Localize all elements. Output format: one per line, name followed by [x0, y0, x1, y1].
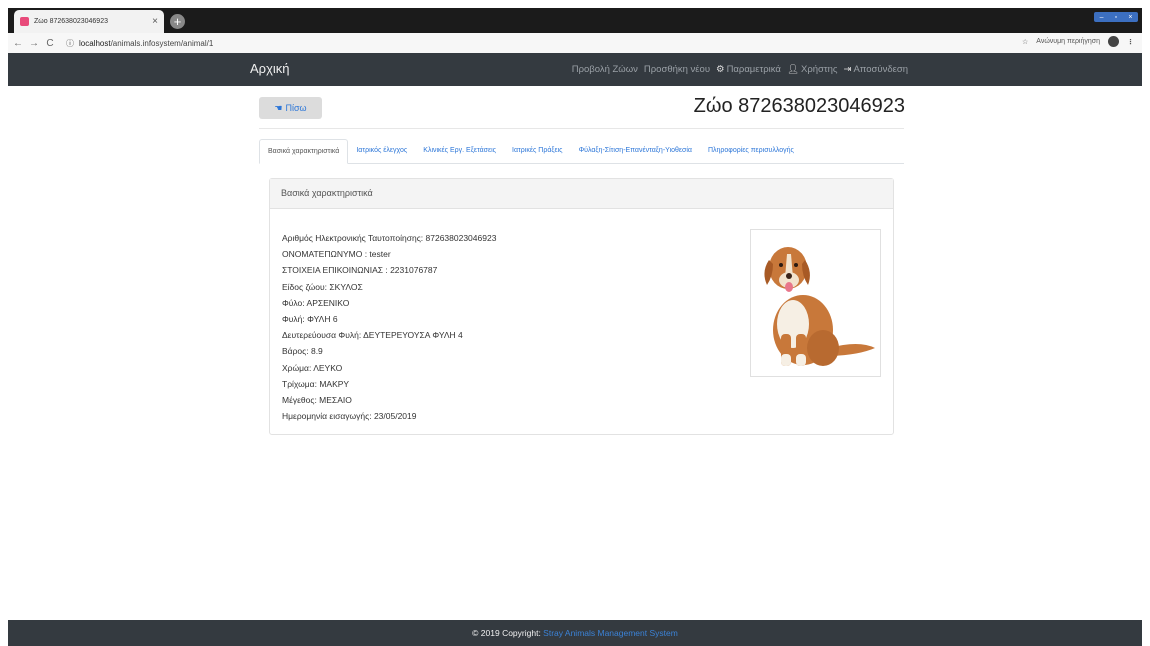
back-icon[interactable]: ←: [12, 38, 24, 49]
card-header: Βασικά χαρακτηριστικά: [270, 179, 893, 209]
menu-icon[interactable]: ⋮: [1127, 38, 1134, 46]
nav-logout[interactable]: ⇥ Αποσύνδεση: [844, 64, 909, 75]
nav-parameters[interactable]: ⚙ Παραμετρικά: [716, 64, 781, 75]
user-icon: 👤︎: [786, 64, 799, 75]
nav-view-animals[interactable]: Προβολή Ζώων: [572, 64, 638, 75]
maximize-icon[interactable]: ▫: [1115, 14, 1117, 21]
avatar-icon[interactable]: [1108, 36, 1119, 47]
window-controls: – ▫ ×: [1094, 12, 1138, 22]
close-window-icon[interactable]: ×: [1128, 14, 1132, 21]
browser-tab[interactable]: Ζώο 872638023046923 ×: [14, 10, 164, 33]
page-title: Ζώο 872638023046923: [693, 95, 905, 117]
tab-medical-procedures[interactable]: Ιατρικές Πράξεις: [504, 139, 571, 162]
field-contact: ΣΤΟΙΧΕΙΑ ΕΠΙΚΟΙΝΩΝΙΑΣ : 2231076787: [282, 265, 438, 276]
field-secondary-breed: Δευτερεύουσα Φυλή: ΔΕΥΤΕΡΕΥΟΥΣΑ ΦΥΛΗ 4: [282, 330, 463, 341]
page-footer: © 2019 Copyright: Stray Animals Manageme…: [8, 620, 1142, 646]
nav-logout-label: Αποσύνδεση: [853, 64, 908, 75]
reload-icon[interactable]: C: [44, 38, 56, 49]
field-color: Χρώμα: ΛΕΥΚΟ: [282, 362, 343, 373]
cogs-icon: ⚙: [716, 64, 725, 75]
forward-icon[interactable]: →: [28, 38, 40, 49]
animal-photo: [750, 229, 881, 377]
nav-add-new[interactable]: Προσθήκη νέου: [644, 64, 710, 75]
animal-fields: Αριθμός Ηλεκτρονικής Ταυτοποίησης: 87263…: [282, 230, 496, 424]
tab-title: Ζώο 872638023046923: [34, 18, 108, 25]
browser-titlebar: Ζώο 872638023046923 × + – ▫ ×: [8, 8, 1142, 33]
field-electronic-id: Αριθμός Ηλεκτρονικής Ταυτοποίησης: 87263…: [282, 233, 497, 243]
title-divider: [259, 128, 904, 129]
sign-out-icon: ⇥: [843, 64, 852, 75]
back-button-label: Πίσω: [285, 103, 307, 113]
info-icon[interactable]: ⓘ: [66, 38, 74, 49]
detail-tabs: Βασικά χαρακτηριστικά Ιατρικός έλεγχος Κ…: [259, 139, 904, 164]
url-domain: localhost: [79, 38, 111, 48]
hand-left-icon: ☚: [274, 102, 283, 113]
url-path: /animals.infosystem/animal/1: [110, 38, 214, 48]
incognito-label: Ανώνυμη περιήγηση: [1036, 38, 1100, 45]
back-button[interactable]: ☚ Πίσω: [259, 97, 322, 119]
tab-custody-adoption[interactable]: Φύλαξη-Σίτιση-Επανένταξη-Υιοθεσία: [571, 139, 700, 162]
tab-clinical-tests[interactable]: Κλινικές Εργ. Εξετάσεις: [415, 139, 504, 162]
tab-favicon-icon: [20, 17, 29, 26]
app-navbar: Αρχική Προβολή Ζώων Προσθήκη νέου ⚙ Παρα…: [8, 53, 1142, 86]
address-bar: ← → C ⓘ localhost/animals.infosystem/ani…: [8, 33, 1142, 54]
field-weight: Βάρος: 8.9: [282, 346, 323, 357]
tab-close-icon[interactable]: ×: [152, 16, 158, 27]
url-field[interactable]: ⓘ localhost/animals.infosystem/animal/1: [66, 38, 213, 49]
field-owner-name: ΟΝΟΜΑΤΕΠΩΝΥΜΟ : tester: [282, 249, 391, 260]
nav-user-label: Χρήστης: [800, 64, 838, 75]
tab-collection-info[interactable]: Πληροφορίες περισυλλογής: [700, 139, 802, 162]
tab-basic-characteristics[interactable]: Βασικά χαρακτηριστικά: [259, 139, 349, 164]
minimize-icon[interactable]: –: [1100, 14, 1104, 21]
field-species: Είδος ζώου: ΣΚΥΛΟΣ: [282, 281, 363, 292]
footer-system-link[interactable]: Stray Animals Management System: [543, 628, 678, 638]
field-size: Μέγεθος: ΜΕΣΑΙΟ: [282, 395, 352, 406]
basic-info-card: Βασικά χαρακτηριστικά Αριθμός Ηλεκτρονικ…: [269, 178, 894, 435]
footer-copyright: © 2019 Copyright:: [472, 628, 544, 638]
tab-medical-check[interactable]: Ιατρικός έλεγχος: [348, 139, 415, 162]
field-sex: Φύλο: ΑΡΣΕΝΙΚΟ: [282, 297, 350, 308]
new-tab-button[interactable]: +: [170, 14, 185, 29]
nav-user[interactable]: 👤︎ Χρήστης: [787, 64, 838, 75]
nav-parameters-label: Παραμετρικά: [726, 64, 781, 75]
star-icon[interactable]: ☆: [1022, 38, 1028, 46]
navbar-brand[interactable]: Αρχική: [250, 61, 290, 76]
field-intake-date: Ημερομηνία εισαγωγής: 23/05/2019: [282, 411, 417, 422]
navbar-links: Προβολή Ζώων Προσθήκη νέου ⚙ Παραμετρικά…: [572, 64, 908, 75]
field-coat: Τρίχωμα: ΜΑΚΡΥ: [282, 378, 350, 389]
dog-image: [764, 247, 875, 366]
field-breed: Φυλή: ΦΥΛΗ 6: [282, 314, 338, 325]
